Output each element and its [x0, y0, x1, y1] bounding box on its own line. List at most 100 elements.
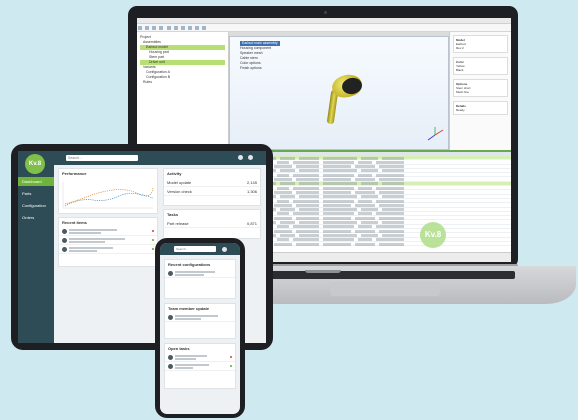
toolbar-button[interactable] [180, 26, 185, 30]
table-cell [376, 212, 404, 216]
notification-icon[interactable] [238, 155, 243, 160]
list-item-text [175, 314, 232, 320]
table-cell [299, 195, 319, 199]
avatar [62, 246, 67, 252]
trend-chart [62, 182, 154, 209]
table-cell [323, 238, 354, 242]
table-cell [323, 221, 357, 225]
table-cell [299, 156, 319, 160]
toolbar-button[interactable] [166, 26, 171, 30]
list-item[interactable] [165, 269, 235, 278]
table-cell [280, 156, 295, 160]
table-cell [355, 190, 375, 194]
phone-card[interactable]: Team member update [164, 303, 236, 339]
property-line[interactable]: Ready [456, 108, 505, 112]
phone-screen: Search... Recent configurations Team mem… [160, 243, 240, 414]
list-item[interactable]: Model update 2,145 [164, 178, 260, 187]
property-line[interactable]: Mesh fine [456, 90, 505, 94]
user-icon[interactable] [222, 246, 227, 252]
list-item[interactable] [165, 353, 235, 362]
table-cell [355, 229, 375, 233]
table-cell [299, 169, 319, 173]
table-cell [293, 199, 319, 203]
table-cell [382, 156, 404, 160]
card-title: Performance [62, 171, 87, 176]
toolbar-button[interactable] [202, 26, 207, 30]
table-cell [382, 233, 404, 237]
toolbar-button[interactable] [187, 26, 192, 30]
phone-card[interactable]: Open tasks [164, 343, 236, 389]
list-item-text [69, 228, 150, 234]
viewport-list-item[interactable]: Finish options [240, 66, 438, 71]
axis-gizmo-icon [427, 127, 444, 141]
property-line[interactable]: Rev 2 [456, 46, 505, 50]
table-cell [293, 212, 319, 216]
toolbar-button[interactable] [159, 26, 164, 30]
search-input[interactable]: Search... [174, 246, 216, 252]
status-dot [229, 355, 232, 359]
toolbar-button[interactable] [195, 26, 199, 30]
table-cell [323, 165, 351, 169]
toolbar-button[interactable] [138, 26, 142, 30]
nav-item-configuration[interactable]: Configuration [18, 201, 54, 210]
table-cell [361, 169, 378, 173]
nav-item-dashboard[interactable]: Dashboard [18, 177, 54, 186]
user-icon[interactable] [248, 155, 253, 160]
row-name: Version check [167, 188, 192, 194]
table-cell [379, 165, 404, 169]
table-cell [296, 229, 319, 233]
list-item[interactable]: Part release 0,871 [164, 219, 260, 228]
nav-item-parts[interactable]: Parts [18, 189, 54, 198]
table-cell [274, 229, 292, 233]
brand-logo[interactable]: Kv.8 [25, 154, 45, 174]
card-title: Team member update [168, 306, 210, 311]
table-cell [296, 203, 319, 207]
table-cell [323, 169, 357, 173]
table-cell [280, 195, 295, 199]
avatar [168, 354, 173, 360]
list-item[interactable] [59, 236, 157, 245]
table-cell [277, 238, 289, 242]
table-cell [323, 195, 357, 199]
table-cell [323, 216, 351, 220]
laptop-keyboard [245, 271, 515, 279]
status-dot [229, 364, 232, 368]
table-cell [379, 190, 404, 194]
toolbar[interactable] [137, 24, 511, 32]
list-item[interactable]: Version check 1,306 [164, 187, 260, 196]
table-cell [355, 216, 375, 220]
laptop-camera [324, 11, 327, 14]
property-group: Color Yellow Black [453, 57, 508, 75]
brand-badge: Kv.8 [420, 222, 446, 248]
table-cell [277, 186, 289, 190]
list-item[interactable] [165, 362, 235, 371]
table-cell [293, 186, 319, 190]
table-cell [376, 186, 404, 190]
nav-item-orders[interactable]: Orders [18, 213, 54, 222]
table-cell [296, 178, 319, 182]
phone-card[interactable]: Recent configurations [164, 259, 236, 299]
tasks-card: Tasks Part release 0,871 [163, 209, 261, 239]
list-item-text [69, 246, 150, 252]
property-line[interactable]: Black [456, 68, 505, 72]
table-cell [358, 173, 372, 177]
project-tree[interactable]: Project Assemblies Earbud model Housing … [137, 32, 229, 150]
table-cell [274, 190, 292, 194]
toolbar-button[interactable] [173, 26, 178, 30]
table-cell [323, 182, 357, 186]
tree-item[interactable]: Rules [140, 80, 225, 85]
activity-card: Activity Model update 2,145 Version chec… [163, 168, 261, 206]
toolbar-button[interactable] [152, 26, 157, 30]
list-item[interactable] [165, 313, 235, 322]
property-group: Model Earbud Rev 2 [453, 35, 508, 53]
table-cell [277, 199, 289, 203]
list-item[interactable] [59, 227, 157, 236]
status-dot [151, 247, 154, 251]
list-item[interactable] [59, 245, 157, 254]
table-cell [382, 182, 404, 186]
table-cell [293, 238, 319, 242]
toolbar-button[interactable] [145, 26, 150, 30]
search-input[interactable]: Search... [66, 155, 138, 161]
table-cell [358, 186, 372, 190]
properties-panel[interactable]: Model Earbud Rev 2 Color Yellow Black Op… [449, 32, 511, 150]
